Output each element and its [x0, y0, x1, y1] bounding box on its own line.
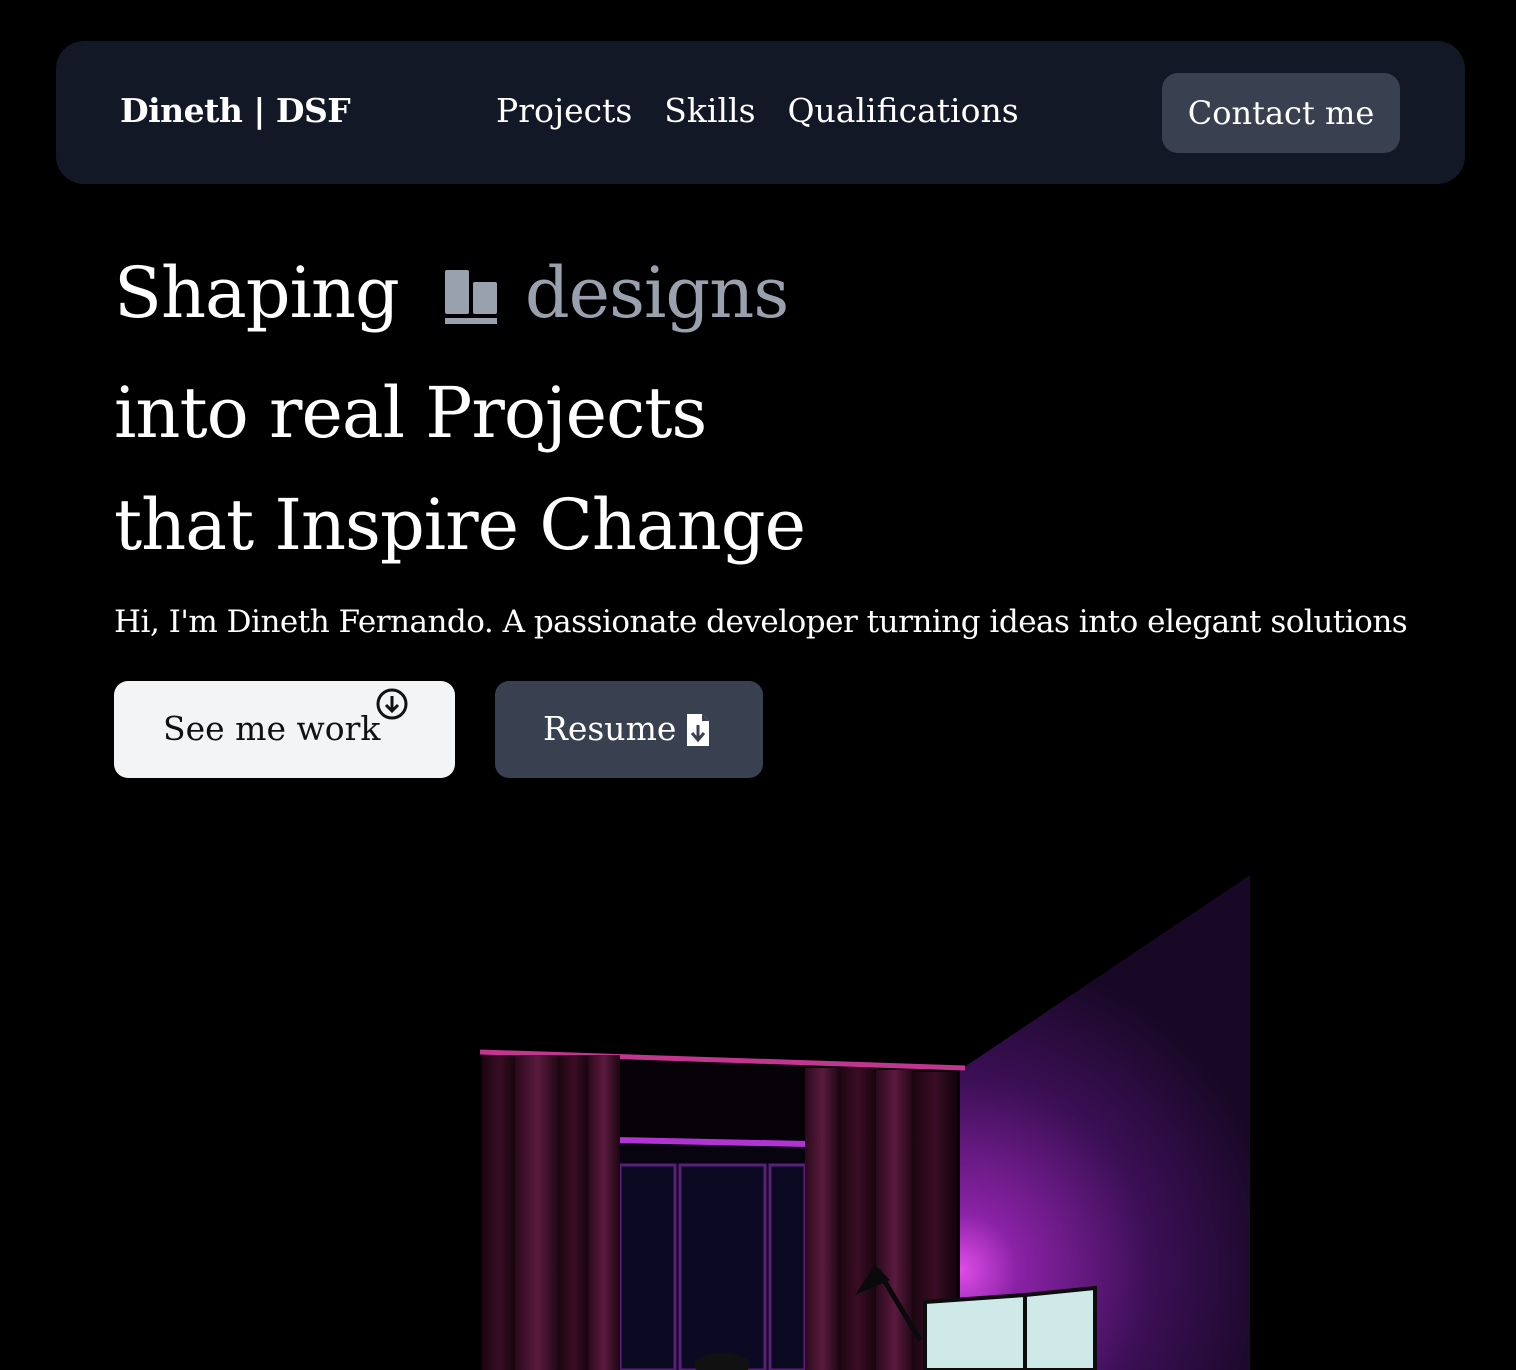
- navbar: Dineth | DSF Projects Skills Qualificati…: [56, 41, 1465, 184]
- resume-label: Resume: [543, 709, 677, 748]
- resume-button[interactable]: Resume: [495, 681, 763, 778]
- see-me-work-label: See me work: [163, 709, 381, 748]
- hero-subtitle: Hi, I'm Dineth Fernando. A passionate de…: [114, 604, 1408, 640]
- hero-headline-line1: Shaping designs: [114, 252, 789, 334]
- hero-rotating-word: designs: [524, 252, 789, 334]
- hero-headline-line3: that Inspire Change: [114, 484, 806, 566]
- arrow-down-circle-icon: [375, 687, 409, 721]
- nav-links: Projects Skills Qualifications: [496, 91, 1019, 130]
- design-tool-icon: [443, 265, 499, 324]
- see-me-work-button[interactable]: See me work: [114, 681, 455, 778]
- page: Dineth | DSF Projects Skills Qualificati…: [0, 0, 1516, 1370]
- nav-link-skills[interactable]: Skills: [664, 91, 755, 130]
- file-download-icon: [685, 712, 711, 748]
- room-3d-illustration: [0, 840, 1516, 1370]
- nav-link-qualifications[interactable]: Qualifications: [788, 91, 1019, 130]
- brand-logo[interactable]: Dineth | DSF: [120, 91, 351, 130]
- nav-link-projects[interactable]: Projects: [496, 91, 632, 130]
- contact-button[interactable]: Contact me: [1162, 73, 1400, 153]
- contact-button-label: Contact me: [1187, 94, 1375, 132]
- hero-word-shaping: Shaping: [114, 252, 400, 334]
- hero-headline-line2: into real Projects: [114, 372, 707, 454]
